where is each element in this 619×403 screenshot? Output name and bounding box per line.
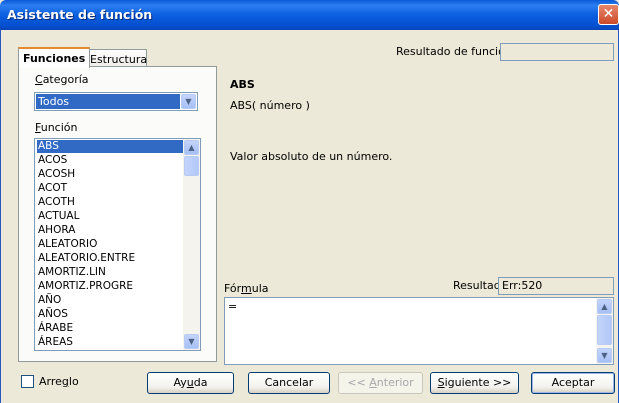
scroll-down-icon[interactable]: ▼ <box>184 334 199 349</box>
category-value: Todos <box>36 94 180 109</box>
formula-label: Fórmula <box>224 282 269 295</box>
close-button[interactable]: ✕ <box>598 4 619 25</box>
next-button[interactable]: Siguiente >> <box>430 372 519 394</box>
scroll-up-icon[interactable]: ▲ <box>597 299 612 314</box>
array-checkbox[interactable] <box>21 375 34 388</box>
list-item[interactable]: ABS <box>37 140 183 153</box>
list-item[interactable]: ÁREAS <box>37 336 73 349</box>
window-title: Asistente de función <box>7 7 153 22</box>
function-name: ABS <box>230 78 255 91</box>
list-item[interactable]: ACOS <box>37 154 67 167</box>
scroll-thumb[interactable] <box>597 315 612 345</box>
formula-scrollbar[interactable]: ▲ ▼ <box>596 298 613 364</box>
list-item[interactable]: ACOSH <box>37 168 75 181</box>
chevron-down-icon[interactable]: ▼ <box>181 94 196 109</box>
function-result-field <box>500 43 614 61</box>
formula-editor[interactable]: = ▲ ▼ <box>224 297 614 365</box>
list-item[interactable]: AMORTIZ.LIN <box>37 266 106 279</box>
array-label: Arreglo <box>39 375 79 388</box>
list-item[interactable]: ACTUAL <box>37 210 79 223</box>
list-item[interactable]: AHORA <box>37 224 75 237</box>
function-description: Valor absoluto de un número. <box>230 150 393 163</box>
scroll-down-icon[interactable]: ▼ <box>597 348 612 363</box>
list-item[interactable]: AMORTIZ.PROGRE <box>37 280 133 293</box>
result-field: Err:520 <box>498 277 614 295</box>
list-item[interactable]: ÁRABE <box>37 322 73 335</box>
function-list[interactable]: ABS ACOS ACOSH ACOT ACOTH ACTUAL AHORA ALEATORI… <box>34 138 201 351</box>
list-item[interactable]: AÑO <box>37 294 61 307</box>
list-item[interactable]: ACOT <box>37 182 67 195</box>
tab-funciones[interactable]: Funciones <box>18 47 91 68</box>
close-icon: ✕ <box>602 6 615 22</box>
category-label: Categoría <box>35 73 89 86</box>
ok-button[interactable]: Aceptar <box>531 372 615 394</box>
function-label: Función <box>35 121 78 134</box>
formula-text: = <box>228 300 238 313</box>
scroll-up-icon[interactable]: ▲ <box>184 140 199 155</box>
title-bar: Asistente de función ✕ <box>0 0 619 30</box>
cancel-button[interactable]: Cancelar <box>248 372 330 394</box>
function-syntax: ABS( número ) <box>230 99 310 112</box>
list-item[interactable]: ACOTH <box>37 196 75 209</box>
list-item[interactable]: ALEATORIO.ENTRE <box>37 252 135 265</box>
function-list-scrollbar[interactable]: ▲ ▼ <box>183 139 200 350</box>
list-item[interactable]: AÑOS <box>37 308 68 321</box>
function-result-label: Resultado de función <box>396 45 512 58</box>
back-button[interactable]: << Anterior <box>338 372 423 394</box>
category-select[interactable]: Todos ▼ <box>34 92 198 111</box>
list-item[interactable]: ALEATORIO <box>37 238 97 251</box>
help-button[interactable]: Ayuda <box>147 372 234 394</box>
scroll-thumb[interactable] <box>184 156 199 176</box>
